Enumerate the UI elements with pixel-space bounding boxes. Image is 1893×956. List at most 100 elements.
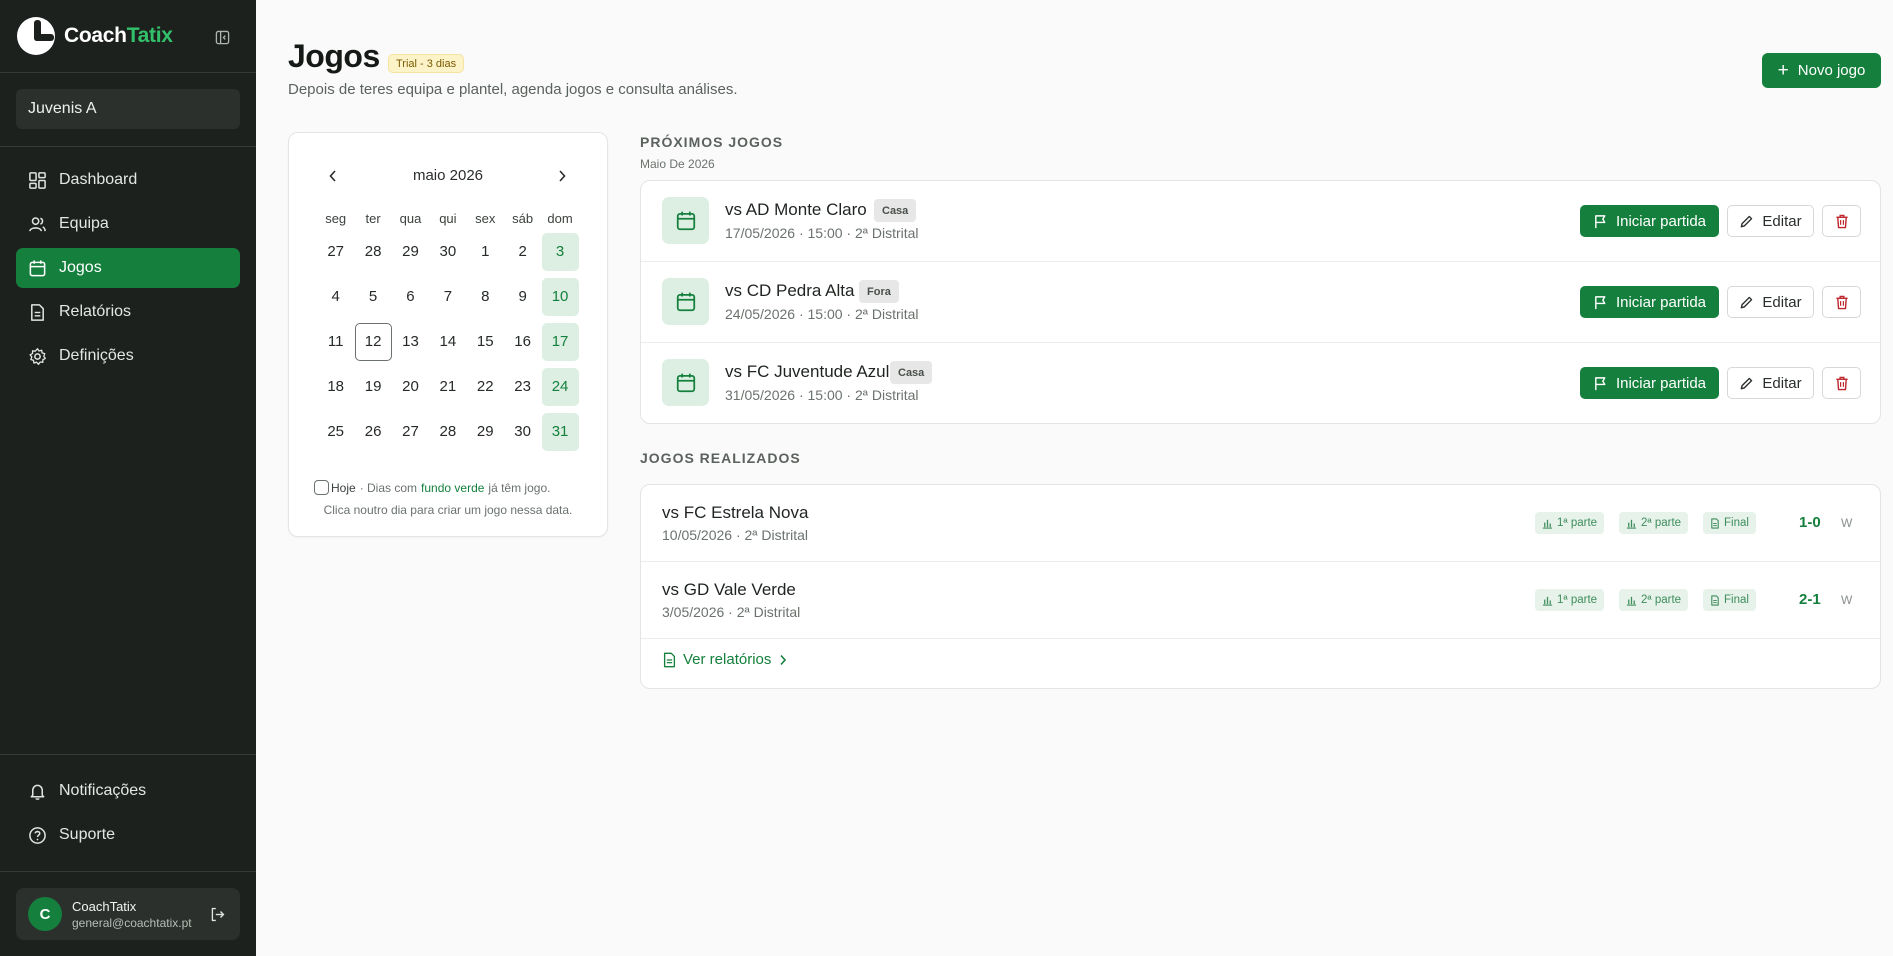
calendar-day-30[interactable]: 30 bbox=[429, 233, 466, 271]
calendar-day-11[interactable]: 11 bbox=[317, 323, 354, 361]
weekday-header: seg bbox=[325, 211, 347, 226]
chip-label: 1ª parte bbox=[1557, 594, 1598, 606]
game-opponent: vs FC Estrela Nova bbox=[662, 503, 809, 522]
calendar-day-25[interactable]: 25 bbox=[317, 413, 354, 451]
calendar-day-28[interactable]: 28 bbox=[355, 233, 392, 271]
avatar[interactable]: C bbox=[28, 897, 62, 931]
calendar-day-2[interactable]: 2 bbox=[504, 233, 541, 271]
dashboard-icon bbox=[29, 171, 46, 189]
calendar-icon bbox=[676, 211, 695, 230]
team-selector[interactable]: Juvenis A bbox=[16, 89, 240, 129]
calendar-next-month-button[interactable] bbox=[552, 164, 572, 188]
calendar-day-21[interactable]: 21 bbox=[429, 368, 466, 406]
secondary-nav: Notificações Suporte bbox=[16, 771, 240, 859]
calendar-day-30[interactable]: 30 bbox=[504, 413, 541, 451]
calendar-prev-month-button[interactable] bbox=[323, 164, 343, 188]
nav-item-notificacoes[interactable]: Notificações bbox=[16, 771, 240, 811]
game-calendar-icon bbox=[662, 278, 709, 325]
calendar-day-27[interactable]: 27 bbox=[317, 233, 354, 271]
final-report-chip[interactable]: Final bbox=[1703, 512, 1756, 534]
nav-label: Definições bbox=[59, 347, 134, 364]
edit-game-button[interactable]: Editar bbox=[1727, 367, 1814, 399]
calendar-day-3[interactable]: 3 bbox=[541, 232, 579, 271]
calendar-cell: 28 bbox=[429, 409, 466, 454]
calendar-cell: 16 bbox=[504, 319, 541, 364]
weekday-header: qua bbox=[399, 211, 422, 226]
brand[interactable]: CoachTatix bbox=[17, 17, 173, 55]
flag-icon bbox=[1595, 214, 1606, 228]
played-game-row[interactable]: vs GD Vale Verde 3/05/2026 · 2ª Distrital… bbox=[641, 562, 1880, 639]
flag-icon bbox=[1595, 295, 1606, 309]
logout-button[interactable] bbox=[206, 903, 228, 925]
played-game-row[interactable]: vs FC Estrela Nova 10/05/2026 · 2ª Distri… bbox=[641, 485, 1880, 562]
delete-game-button[interactable] bbox=[1822, 286, 1861, 318]
calendar-day-31[interactable]: 31 bbox=[541, 412, 579, 451]
calendar-day-17[interactable]: 17 bbox=[541, 322, 579, 361]
calendar-day-23[interactable]: 23 bbox=[504, 368, 541, 406]
calendar-day-4[interactable]: 4 bbox=[317, 278, 354, 316]
calendar-day-29[interactable]: 29 bbox=[467, 413, 504, 451]
second-half-report-chip[interactable]: 2ª parte bbox=[1619, 512, 1689, 534]
calendar-cell: 27 bbox=[317, 229, 354, 274]
view-reports-label: Ver relatórios bbox=[683, 651, 772, 668]
edit-game-button[interactable]: Editar bbox=[1727, 286, 1814, 318]
game-result: W bbox=[1841, 516, 1853, 530]
nav-item-dashboard[interactable]: Dashboard bbox=[16, 160, 240, 200]
start-match-button[interactable]: Iniciar partida bbox=[1580, 205, 1719, 237]
calendar-day-12[interactable]: 12 bbox=[354, 322, 392, 361]
upcoming-game-row: vs CD Pedra Alta Fora 24/05/2026 · 15:00 ·… bbox=[641, 262, 1880, 343]
first-half-report-chip[interactable]: 1ª parte bbox=[1535, 589, 1605, 611]
calendar-day-19[interactable]: 19 bbox=[355, 368, 392, 406]
collapse-sidebar-button[interactable] bbox=[212, 27, 232, 47]
nav-item-equipa[interactable]: Equipa bbox=[16, 204, 240, 244]
calendar-day-20[interactable]: 20 bbox=[392, 368, 429, 406]
start-match-button[interactable]: Iniciar partida bbox=[1580, 286, 1719, 318]
help-icon bbox=[29, 826, 46, 844]
second-half-report-chip[interactable]: 2ª parte bbox=[1619, 589, 1689, 611]
venue-badge: Casa bbox=[874, 199, 917, 222]
calendar-day-6[interactable]: 6 bbox=[392, 278, 429, 316]
delete-game-button[interactable] bbox=[1822, 367, 1861, 399]
document-icon bbox=[663, 652, 676, 667]
calendar-day-10[interactable]: 10 bbox=[541, 277, 579, 316]
calendar-day-16[interactable]: 16 bbox=[504, 323, 541, 361]
new-game-button[interactable]: + Novo jogo bbox=[1762, 53, 1881, 88]
calendar-day-1[interactable]: 1 bbox=[467, 233, 504, 271]
calendar-day-28[interactable]: 28 bbox=[429, 413, 466, 451]
nav-label: Notificações bbox=[59, 782, 147, 799]
calendar-day-22[interactable]: 22 bbox=[467, 368, 504, 406]
bar-chart-icon bbox=[1626, 519, 1637, 529]
upcoming-game-row: vs FC Juventude Azul Casa 31/05/2026 · 15:… bbox=[641, 343, 1880, 424]
calendar-day-8[interactable]: 8 bbox=[467, 278, 504, 316]
pencil-icon bbox=[1741, 377, 1753, 389]
calendar-day-27[interactable]: 27 bbox=[392, 413, 429, 451]
nav-item-definicoes[interactable]: Definições bbox=[16, 336, 240, 376]
calendar-day-9[interactable]: 9 bbox=[504, 278, 541, 316]
calendar-day-24[interactable]: 24 bbox=[541, 367, 579, 406]
nav-item-suporte[interactable]: Suporte bbox=[16, 815, 240, 855]
view-reports-link[interactable]: Ver relatórios bbox=[662, 651, 787, 668]
first-half-report-chip[interactable]: 1ª parte bbox=[1535, 512, 1605, 534]
calendar-day-18[interactable]: 18 bbox=[317, 368, 354, 406]
nav-item-jogos[interactable]: Jogos bbox=[16, 248, 240, 288]
delete-game-button[interactable] bbox=[1822, 205, 1861, 237]
calendar-day-14[interactable]: 14 bbox=[429, 323, 466, 361]
edit-game-button[interactable]: Editar bbox=[1727, 205, 1814, 237]
calendar-day-29[interactable]: 29 bbox=[392, 233, 429, 271]
game-meta: 24/05/2026 · 15:00 · 2ª Distrital bbox=[725, 306, 919, 322]
calendar-month-label: maio 2026 bbox=[412, 167, 484, 184]
game-score: 2-1 bbox=[1799, 591, 1821, 608]
calendar-day-26[interactable]: 26 bbox=[355, 413, 392, 451]
weekday-header: dom bbox=[547, 211, 573, 226]
pencil-icon bbox=[1741, 215, 1753, 227]
calendar-day-15[interactable]: 15 bbox=[467, 323, 504, 361]
final-report-chip[interactable]: Final bbox=[1703, 589, 1756, 611]
calendar-day-7[interactable]: 7 bbox=[429, 278, 466, 316]
calendar-day-13[interactable]: 13 bbox=[392, 323, 429, 361]
nav-item-relatorios[interactable]: Relatórios bbox=[16, 292, 240, 332]
upcoming-game-row: vs AD Monte Claro Casa 17/05/2026 · 15:00 … bbox=[641, 181, 1880, 262]
legend-text: já têm jogo. bbox=[488, 480, 551, 495]
start-match-button[interactable]: Iniciar partida bbox=[1580, 367, 1719, 399]
calendar-day-5[interactable]: 5 bbox=[355, 278, 392, 316]
calendar-cell: 6 bbox=[392, 274, 429, 319]
